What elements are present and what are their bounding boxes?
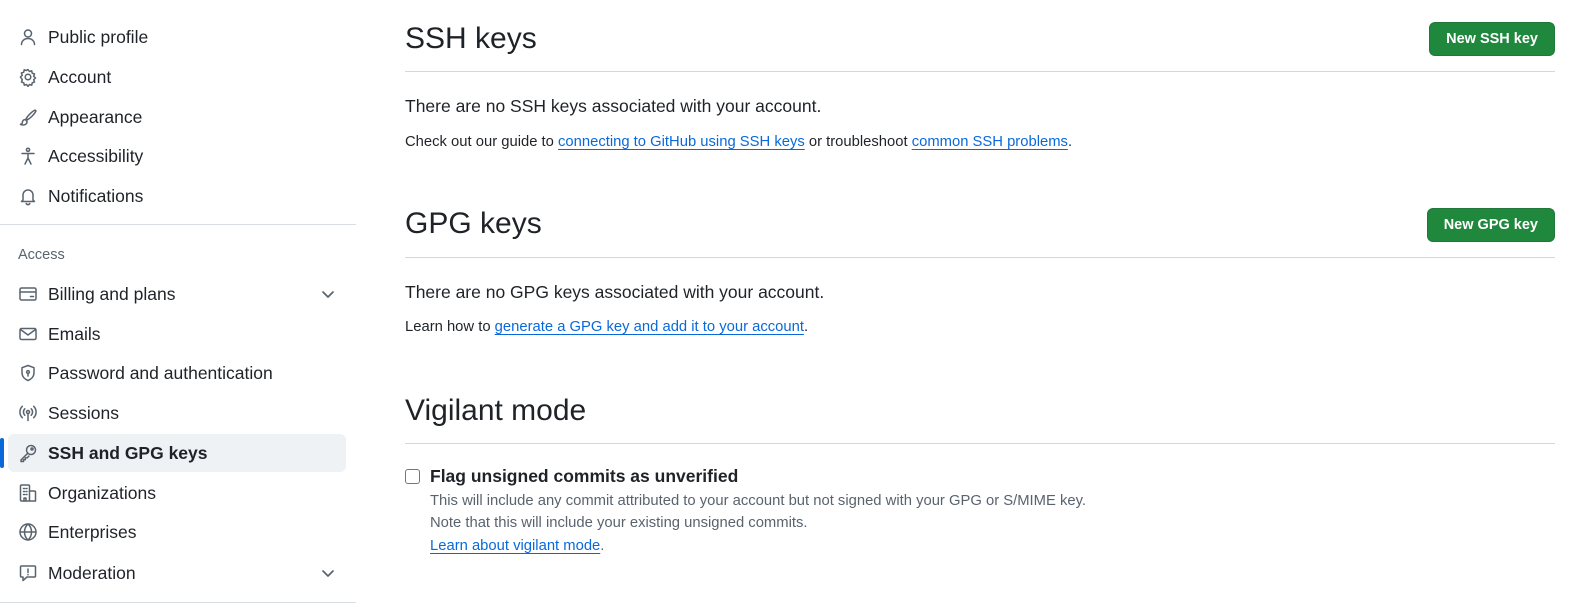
gpg-help-text: Learn how to generate a GPG key and add … xyxy=(405,319,808,335)
report-icon xyxy=(18,563,38,583)
vigilant-note-line-2: Note that this will include your existin… xyxy=(430,515,808,531)
sidebar-item-notifications[interactable]: Notifications xyxy=(8,177,346,215)
person-icon xyxy=(18,27,38,47)
sidebar-item-password[interactable]: Password and authentication xyxy=(8,354,346,392)
section-divider xyxy=(405,71,1555,72)
sidebar-item-label: Moderation xyxy=(48,562,136,583)
vigilant-note-line-1: This will include any commit attributed … xyxy=(430,493,1086,509)
sidebar-item-emails[interactable]: Emails xyxy=(8,315,346,353)
gpg-empty-message: There are no GPG keys associated with yo… xyxy=(405,282,825,302)
vigilant-mode-link[interactable]: Learn about vigilant mode xyxy=(430,538,600,554)
new-gpg-key-button[interactable]: New GPG key xyxy=(1426,208,1555,242)
sidebar-item-label: Emails xyxy=(48,323,101,344)
sidebar-item-label: Password and authentication xyxy=(48,362,273,383)
new-ssh-key-button[interactable]: New SSH key xyxy=(1429,22,1555,56)
active-indicator xyxy=(0,438,4,468)
sidebar-item-accessibility[interactable]: Accessibility xyxy=(8,137,346,175)
section-divider xyxy=(405,443,1555,444)
sidebar-item-billing[interactable]: Billing and plans xyxy=(8,275,346,313)
sidebar-item-ssh-gpg-keys[interactable]: SSH and GPG keys xyxy=(8,434,346,472)
sidebar-item-account[interactable]: Account xyxy=(8,58,346,96)
broadcast-icon xyxy=(18,403,38,423)
vigilant-learn-more: Learn about vigilant mode. xyxy=(430,538,604,554)
sidebar-item-label: Enterprises xyxy=(48,521,137,542)
mail-icon xyxy=(18,324,38,344)
sidebar-item-label: Account xyxy=(48,66,112,87)
paintbrush-icon xyxy=(18,107,38,127)
chevron-down-icon[interactable] xyxy=(320,565,336,581)
settings-sidebar: Public profile Account Appearance Access… xyxy=(0,0,356,608)
link-suffix: . xyxy=(600,538,605,554)
organization-icon xyxy=(18,483,38,503)
ssh-help-text: Check out our guide to connecting to Git… xyxy=(405,134,1072,150)
vigilant-mode-heading: Vigilant mode xyxy=(405,394,587,427)
sidebar-item-label: Notifications xyxy=(48,185,144,206)
sidebar-section-heading: Access xyxy=(18,247,65,263)
main-content: SSH keys New SSH key There are no SSH ke… xyxy=(405,0,1555,608)
sidebar-item-label: SSH and GPG keys xyxy=(48,442,208,463)
sidebar-item-organizations[interactable]: Organizations xyxy=(8,474,346,512)
sidebar-divider xyxy=(0,224,356,225)
accessibility-icon xyxy=(18,146,38,166)
vigilant-mode-checkbox[interactable] xyxy=(405,469,420,484)
sidebar-item-appearance[interactable]: Appearance xyxy=(8,98,346,136)
sidebar-item-sessions[interactable]: Sessions xyxy=(8,394,346,432)
help-text-prefix: Check out our guide to xyxy=(405,134,558,150)
globe-icon xyxy=(18,522,38,542)
bell-icon xyxy=(18,186,38,206)
sidebar-item-label: Organizations xyxy=(48,482,156,503)
ssh-keys-heading: SSH keys xyxy=(405,22,537,55)
sidebar-divider xyxy=(0,602,356,603)
ssh-empty-message: There are no SSH keys associated with yo… xyxy=(405,96,822,116)
sidebar-item-label: Billing and plans xyxy=(48,283,176,304)
chevron-down-icon[interactable] xyxy=(320,286,336,302)
vigilant-mode-label[interactable]: Flag unsigned commits as unverified xyxy=(430,466,738,487)
sidebar-item-label: Accessibility xyxy=(48,145,144,166)
sidebar-item-moderation[interactable]: Moderation xyxy=(8,554,346,592)
gear-icon xyxy=(18,67,38,87)
ssh-guide-link[interactable]: connecting to GitHub using SSH keys xyxy=(558,134,805,150)
sidebar-item-label: Public profile xyxy=(48,26,149,47)
help-text-prefix: Learn how to xyxy=(405,319,495,335)
help-text-suffix: . xyxy=(1067,134,1073,150)
sidebar-item-public-profile[interactable]: Public profile xyxy=(8,18,346,56)
key-icon xyxy=(18,443,38,463)
gpg-guide-link[interactable]: generate a GPG key and add it to your ac… xyxy=(495,319,804,335)
ssh-problems-link[interactable]: common SSH problems xyxy=(912,134,1068,150)
sidebar-item-label: Sessions xyxy=(48,402,120,423)
sidebar-item-enterprises[interactable]: Enterprises xyxy=(8,513,346,551)
shield-lock-icon xyxy=(18,363,38,383)
section-divider xyxy=(405,257,1555,258)
gpg-keys-heading: GPG keys xyxy=(405,207,542,240)
help-text-suffix: . xyxy=(803,319,809,335)
sidebar-item-label: Appearance xyxy=(48,106,143,127)
help-text-middle: or troubleshoot xyxy=(804,134,912,150)
credit-card-icon xyxy=(18,284,38,304)
